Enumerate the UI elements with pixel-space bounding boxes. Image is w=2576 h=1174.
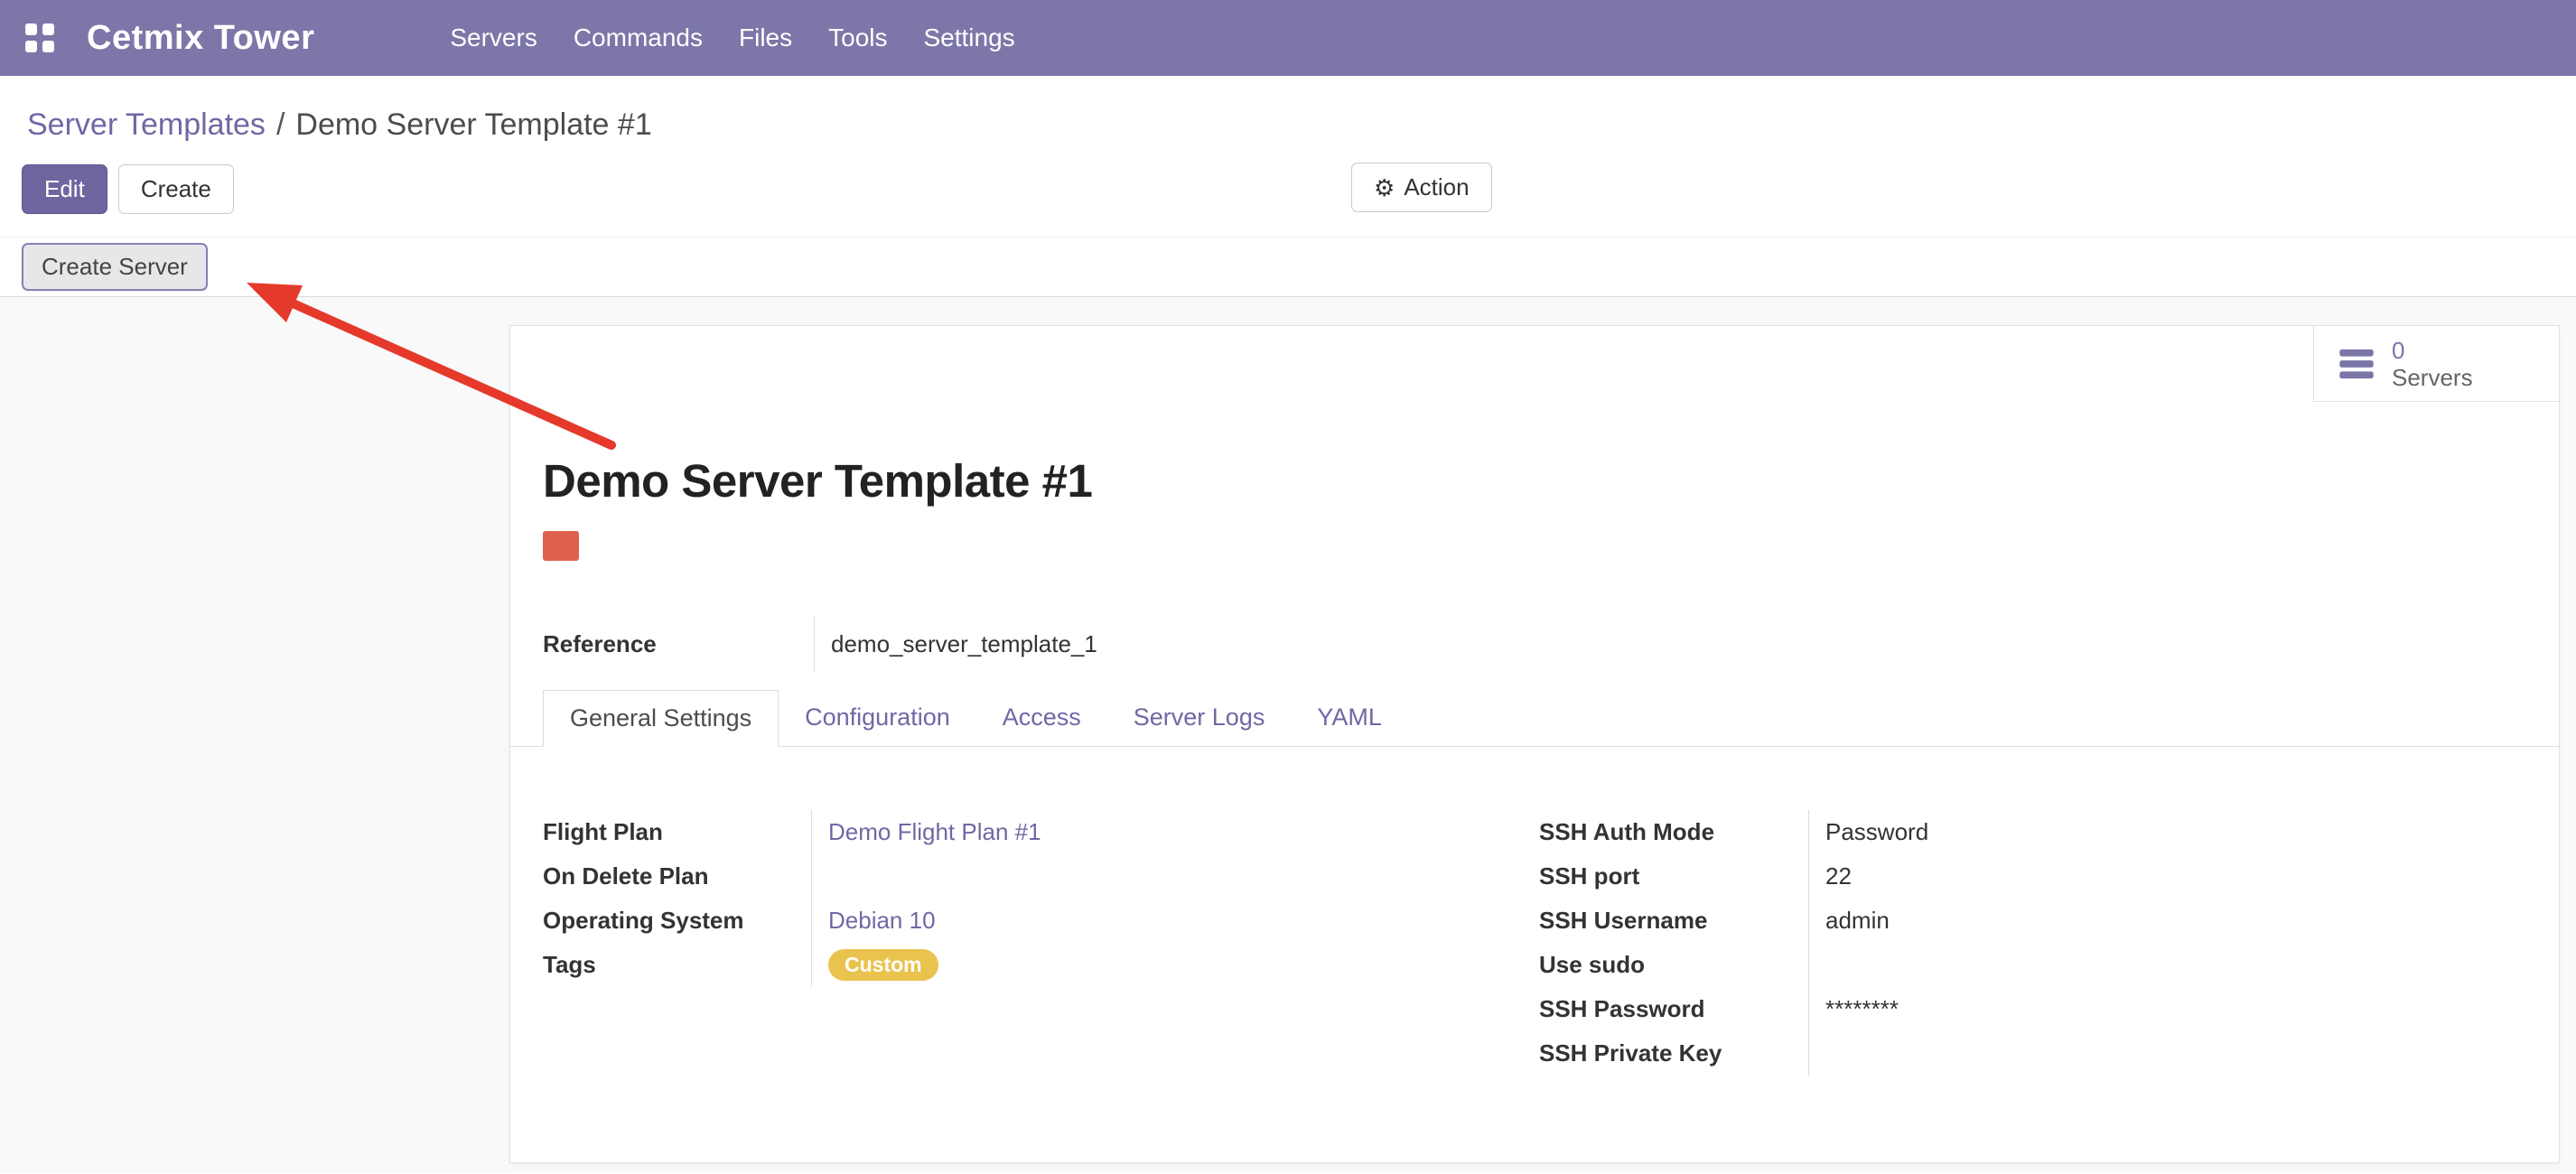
field-value-tags: Custom bbox=[811, 943, 1539, 987]
field-group-right: SSH Auth Mode Password SSH port 22 SSH U… bbox=[1539, 810, 1928, 1076]
field-label-ssh-port: SSH port bbox=[1539, 854, 1808, 899]
content-area: 0 Servers Demo Server Template #1 Refere… bbox=[0, 297, 2576, 1173]
operating-system-link[interactable]: Debian 10 bbox=[828, 907, 936, 935]
menu-item-settings[interactable]: Settings bbox=[906, 0, 1033, 76]
top-navbar: Cetmix Tower Servers Commands Files Tool… bbox=[0, 0, 2576, 76]
create-button[interactable]: Create bbox=[118, 164, 234, 214]
field-value-ssh-username: admin bbox=[1808, 899, 1928, 943]
reference-label: Reference bbox=[543, 615, 814, 673]
menu-item-files[interactable]: Files bbox=[721, 0, 810, 76]
main-menu: Servers Commands Files Tools Settings bbox=[432, 0, 1032, 76]
notebook-tabs: General Settings Configuration Access Se… bbox=[510, 690, 2559, 747]
field-label-ssh-auth-mode: SSH Auth Mode bbox=[1539, 810, 1808, 854]
reference-value: demo_server_template_1 bbox=[814, 615, 1097, 673]
field-label-flight-plan: Flight Plan bbox=[543, 810, 811, 854]
color-swatch bbox=[543, 531, 579, 561]
breadcrumb: Server Templates/Demo Server Template #1 bbox=[27, 107, 2576, 143]
field-value-use-sudo bbox=[1808, 943, 1928, 987]
tag-custom: Custom bbox=[828, 949, 938, 981]
button-row: Edit Create ⚙ Action bbox=[22, 163, 2576, 215]
field-label-use-sudo: Use sudo bbox=[1539, 943, 1808, 987]
field-label-on-delete-plan: On Delete Plan bbox=[543, 854, 811, 899]
field-value-ssh-private-key bbox=[1808, 1031, 1928, 1076]
breadcrumb-separator: / bbox=[266, 107, 295, 142]
servers-stat-button[interactable]: 0 Servers bbox=[2313, 326, 2559, 402]
action-button[interactable]: ⚙ Action bbox=[1351, 163, 1492, 212]
control-panel: Server Templates/Demo Server Template #1… bbox=[0, 76, 2576, 238]
field-label-operating-system: Operating System bbox=[543, 899, 811, 943]
action-button-label: Action bbox=[1404, 173, 1469, 201]
form-sheet: 0 Servers Demo Server Template #1 Refere… bbox=[509, 325, 2560, 1163]
servers-stat-value: 0 bbox=[2392, 337, 2473, 364]
tab-access[interactable]: Access bbox=[976, 690, 1107, 746]
record-title: Demo Server Template #1 bbox=[543, 454, 2559, 508]
menu-item-tools[interactable]: Tools bbox=[810, 0, 905, 76]
apps-grid-dot bbox=[25, 23, 37, 35]
tab-yaml[interactable]: YAML bbox=[1291, 690, 1408, 746]
edit-button[interactable]: Edit bbox=[22, 164, 107, 214]
field-label-ssh-password: SSH Password bbox=[1539, 987, 1808, 1031]
form-statusbar: Create Server bbox=[0, 238, 2576, 297]
field-value-ssh-auth-mode: Password bbox=[1808, 810, 1928, 854]
reference-row: Reference demo_server_template_1 bbox=[543, 615, 1097, 673]
tab-configuration[interactable]: Configuration bbox=[779, 690, 976, 746]
field-label-ssh-username: SSH Username bbox=[1539, 899, 1808, 943]
field-value-on-delete-plan bbox=[811, 854, 1539, 899]
breadcrumb-parent-link[interactable]: Server Templates bbox=[27, 107, 266, 142]
field-label-tags: Tags bbox=[543, 943, 811, 987]
flight-plan-link[interactable]: Demo Flight Plan #1 bbox=[828, 818, 1041, 846]
tab-server-logs[interactable]: Server Logs bbox=[1107, 690, 1292, 746]
menu-item-servers[interactable]: Servers bbox=[432, 0, 555, 76]
app-brand[interactable]: Cetmix Tower bbox=[87, 19, 314, 58]
breadcrumb-current: Demo Server Template #1 bbox=[295, 107, 651, 142]
create-server-button[interactable]: Create Server bbox=[22, 243, 208, 291]
sheet-top: Demo Server Template #1 Reference demo_s… bbox=[510, 454, 2559, 673]
tab-general-settings[interactable]: General Settings bbox=[543, 690, 779, 747]
servers-stat-icon bbox=[2338, 349, 2375, 379]
field-value-flight-plan: Demo Flight Plan #1 bbox=[811, 810, 1539, 854]
servers-stat-text: 0 Servers bbox=[2392, 337, 2473, 391]
fields-area: Flight Plan Demo Flight Plan #1 On Delet… bbox=[510, 747, 2559, 1076]
field-value-ssh-password: ******** bbox=[1808, 987, 1928, 1031]
apps-grid-icon[interactable] bbox=[25, 23, 54, 52]
field-value-ssh-port: 22 bbox=[1808, 854, 1928, 899]
apps-grid-dot bbox=[42, 23, 54, 35]
menu-item-commands[interactable]: Commands bbox=[555, 0, 721, 76]
field-label-ssh-private-key: SSH Private Key bbox=[1539, 1031, 1808, 1076]
field-value-operating-system: Debian 10 bbox=[811, 899, 1539, 943]
servers-stat-label: Servers bbox=[2392, 364, 2473, 391]
field-group-left: Flight Plan Demo Flight Plan #1 On Delet… bbox=[543, 810, 1539, 1076]
apps-grid-dot bbox=[42, 41, 54, 52]
apps-grid-dot bbox=[25, 41, 37, 52]
gear-icon: ⚙ bbox=[1374, 176, 1395, 200]
